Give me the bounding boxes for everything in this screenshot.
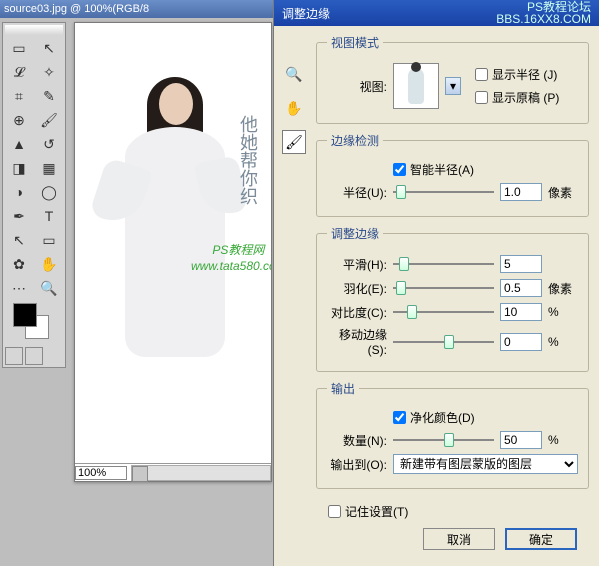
output-legend: 输出 [327, 380, 359, 397]
amount-label: 数量(N): [327, 432, 387, 449]
hand-mode-icon[interactable]: ✋ [282, 96, 306, 120]
3d-tool[interactable]: ✿ [5, 253, 33, 275]
wand-tool[interactable]: ✧ [35, 61, 63, 83]
heal-tool[interactable]: ⊕ [5, 109, 33, 131]
watermark-vertical: 他她帮你织 [235, 115, 261, 205]
output-to-select[interactable]: 新建带有图层蒙版的图层 [393, 454, 578, 474]
mode-tool-column: 🔍 ✋ 🖌 [280, 62, 308, 154]
quickmask-row [5, 347, 63, 365]
stamp-tool[interactable]: ▲ [5, 133, 33, 155]
workspace: ▭ ↖ 𝓛 ✧ ⌗ ✎ ⊕ 🖌 ▲ ↺ ◨ ▦ ◑ ◯ ✒ T ↖ ▭ ✿ ✋ … [0, 18, 273, 566]
remember-label: 记住设置(T) [345, 503, 408, 520]
remember-checkbox[interactable] [328, 505, 341, 518]
amount-input[interactable] [500, 431, 542, 449]
brush-mode-icon[interactable]: 🖌 [282, 130, 306, 154]
decontaminate-checkbox[interactable] [393, 411, 406, 424]
dialog-titlebar[interactable]: 调整边缘 PS教程论坛 BBS.16XX8.COM [274, 0, 599, 26]
adjust-edge-legend: 调整边缘 [327, 225, 383, 242]
document-status-bar [75, 463, 271, 481]
dodge-tool[interactable]: ◯ [35, 181, 63, 203]
hand-tool[interactable]: ✋ [35, 253, 63, 275]
contrast-slider[interactable] [393, 302, 494, 322]
fg-swatch[interactable] [13, 303, 37, 327]
path-select-tool[interactable]: ↖ [5, 229, 33, 251]
credit-text: PS教程论坛 BBS.16XX8.COM [496, 1, 591, 25]
shift-edge-unit: % [548, 335, 578, 349]
view-label: 视图: [327, 78, 387, 95]
smart-radius-label: 智能半径(A) [410, 161, 474, 178]
feather-input[interactable] [500, 279, 542, 297]
cancel-button[interactable]: 取消 [423, 528, 495, 550]
feather-slider[interactable] [393, 278, 494, 298]
document-window: 他她帮你织 PS教程网 www.tata580.com [74, 22, 272, 482]
eyedropper-tool[interactable]: ✎ [35, 85, 63, 107]
lasso-tool[interactable]: 𝓛 [5, 61, 33, 83]
edge-detection-group: 边缘检测 智能半径(A) 半径(U): 像素 [316, 132, 589, 217]
smooth-slider[interactable] [393, 254, 494, 274]
ok-button[interactable]: 确定 [505, 528, 577, 550]
dialog-title: 调整边缘 [282, 5, 330, 22]
view-thumbnail[interactable] [393, 63, 439, 109]
chevron-down-icon[interactable]: ▾ [445, 77, 461, 95]
view-mode-legend: 视图模式 [327, 34, 383, 51]
shift-edge-slider[interactable] [393, 332, 494, 352]
adjust-edge-group: 调整边缘 平滑(H): 羽化(E): 像素 对比度(C): % 移动边缘(S): [316, 225, 589, 372]
decontaminate-label: 净化颜色(D) [410, 409, 475, 426]
screenmode-btn[interactable] [5, 347, 23, 365]
contrast-label: 对比度(C): [327, 304, 387, 321]
eraser-tool[interactable]: ◨ [5, 157, 33, 179]
show-original-checkbox[interactable] [475, 91, 488, 104]
smooth-label: 平滑(H): [327, 256, 387, 273]
feather-label: 羽化(E): [327, 280, 387, 297]
contrast-unit: % [548, 305, 578, 319]
shift-edge-label: 移动边缘(S): [327, 326, 387, 357]
shift-edge-input[interactable] [500, 333, 542, 351]
edge-detection-legend: 边缘检测 [327, 132, 383, 149]
feather-unit: 像素 [548, 280, 578, 297]
refine-edge-dialog: 调整边缘 PS教程论坛 BBS.16XX8.COM 🔍 ✋ 🖌 视图模式 视图:… [273, 0, 599, 566]
radius-label: 半径(U): [327, 184, 387, 201]
smart-radius-checkbox[interactable] [393, 163, 406, 176]
amount-unit: % [548, 433, 578, 447]
view-mode-group: 视图模式 视图: ▾ 显示半径 (J) 显示原稿 (P) [316, 34, 589, 124]
smooth-input[interactable] [500, 255, 542, 273]
zoom-tool[interactable]: 🔍 [35, 277, 63, 299]
amount-slider[interactable] [393, 430, 494, 450]
pen-tool[interactable]: ✒ [5, 205, 33, 227]
show-radius-label: 显示半径 (J) [492, 66, 557, 83]
tool-panel: ▭ ↖ 𝓛 ✧ ⌗ ✎ ⊕ 🖌 ▲ ↺ ◨ ▦ ◑ ◯ ✒ T ↖ ▭ ✿ ✋ … [2, 22, 66, 368]
h-scrollbar[interactable] [131, 465, 271, 481]
history-brush-tool[interactable]: ↺ [35, 133, 63, 155]
color-swatches[interactable] [13, 303, 51, 341]
brush-tool[interactable]: 🖌 [35, 109, 63, 131]
crop-tool[interactable]: ⌗ [5, 85, 33, 107]
output-to-label: 输出到(O): [327, 456, 387, 473]
type-tool[interactable]: T [35, 205, 63, 227]
canvas-area[interactable]: 他她帮你织 PS教程网 www.tata580.com [75, 23, 271, 463]
document-title: source03.jpg @ 100%(RGB/8 [4, 3, 149, 15]
show-radius-checkbox[interactable] [475, 68, 488, 81]
show-original-label: 显示原稿 (P) [492, 89, 559, 106]
image-figure [105, 67, 245, 377]
blur-tool[interactable]: ◑ [5, 181, 33, 203]
tool-panel-grip[interactable] [5, 25, 63, 35]
radius-input[interactable] [500, 183, 542, 201]
gradient-tool[interactable]: ▦ [35, 157, 63, 179]
radius-unit: 像素 [548, 184, 578, 201]
zoom-input[interactable] [75, 466, 127, 480]
output-group: 输出 净化颜色(D) 数量(N): % 输出到(O): 新建带有图层蒙版的图层 [316, 380, 589, 489]
contrast-input[interactable] [500, 303, 542, 321]
move-tool[interactable]: ↖ [35, 37, 63, 59]
zoom-mode-icon[interactable]: 🔍 [282, 62, 306, 86]
marquee-tool[interactable]: ▭ [5, 37, 33, 59]
shape-tool[interactable]: ▭ [35, 229, 63, 251]
radius-slider[interactable] [393, 182, 494, 202]
quickmask-btn[interactable] [25, 347, 43, 365]
watermark-url: PS教程网 www.tata580.com [191, 243, 271, 274]
more-tool-1[interactable]: ⋯ [5, 277, 33, 299]
